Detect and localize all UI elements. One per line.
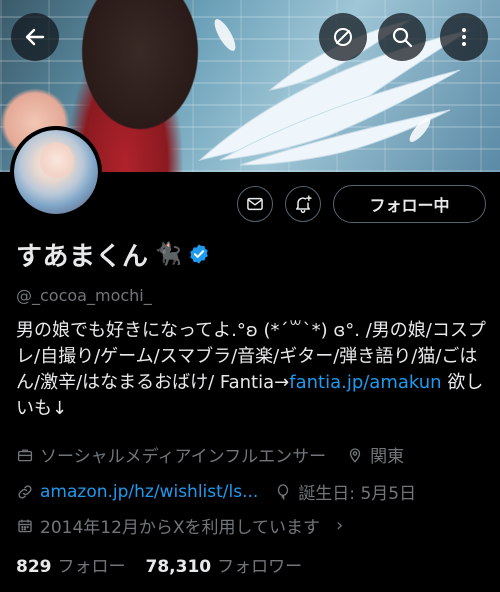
bell-plus-icon — [296, 195, 312, 214]
calendar-icon — [18, 519, 32, 532]
followers-label: フォロワー — [217, 557, 303, 577]
balloon-icon — [278, 483, 289, 500]
envelope-icon — [247, 197, 263, 211]
location-pin-icon — [349, 447, 361, 463]
briefcase-icon — [17, 448, 33, 461]
no-symbol-icon — [334, 28, 352, 46]
notifications-button[interactable] — [285, 186, 321, 222]
link-icon — [18, 484, 32, 499]
profile-website-link[interactable]: amazon.jp/hz/wishlist/ls... — [40, 482, 258, 502]
profile-meta-website-birthday: amazon.jp/hz/wishlist/ls... 誕生日: 5月5日 — [16, 479, 416, 504]
profile-birthday: 誕生日: 5月5日 — [298, 484, 417, 504]
bio-fantia-link[interactable]: fantia.jp/amakun — [289, 372, 441, 393]
following-label: フォロー — [57, 557, 126, 577]
profile-meta-joined[interactable]: 2014年12月からXを利用しています › — [16, 513, 343, 538]
display-name: すあまくん — [16, 241, 149, 272]
back-button[interactable] — [11, 13, 59, 61]
arrow-left-icon — [25, 28, 45, 46]
profile-category: ソーシャルメディアインフルエンサー — [40, 447, 327, 467]
search-button[interactable] — [378, 13, 426, 61]
follow-counts: 829 フォロー 78,310 フォロワー — [16, 552, 302, 577]
profile-handle: @_cocoa_mochi_ — [16, 286, 152, 305]
more-vertical-icon — [462, 28, 466, 46]
following-count-link[interactable]: 829 フォロー — [16, 552, 126, 577]
followers-count-link[interactable]: 78,310 フォロワー — [146, 552, 303, 577]
profile-avatar[interactable] — [10, 126, 102, 218]
blocked-button[interactable] — [319, 13, 367, 61]
message-button[interactable] — [237, 186, 273, 222]
profile-meta-category-location: ソーシャルメディアインフルエンサー 関東 — [16, 442, 404, 467]
profile-name-row: すあまくん 🐈‍⬛ — [16, 236, 210, 272]
avatar-image — [14, 130, 98, 214]
followers-count: 78,310 — [145, 557, 212, 577]
verified-badge-icon[interactable] — [188, 243, 210, 265]
profile-bio: 男の娘でも好きになってよ.°ʚ (*´꒳`*) ɞ°. /男の娘/コスプレ/自撮… — [16, 318, 486, 422]
chevron-right-icon: › — [336, 515, 344, 536]
more-options-button[interactable] — [440, 13, 488, 61]
following-button[interactable]: フォロー中 — [333, 185, 486, 223]
black-cat-emoji: 🐈‍⬛ — [154, 241, 182, 267]
profile-location: 関東 — [370, 447, 405, 467]
search-icon — [392, 27, 413, 48]
following-count: 829 — [16, 557, 52, 577]
profile-joined-date: 2014年12月からXを利用しています — [40, 518, 321, 538]
